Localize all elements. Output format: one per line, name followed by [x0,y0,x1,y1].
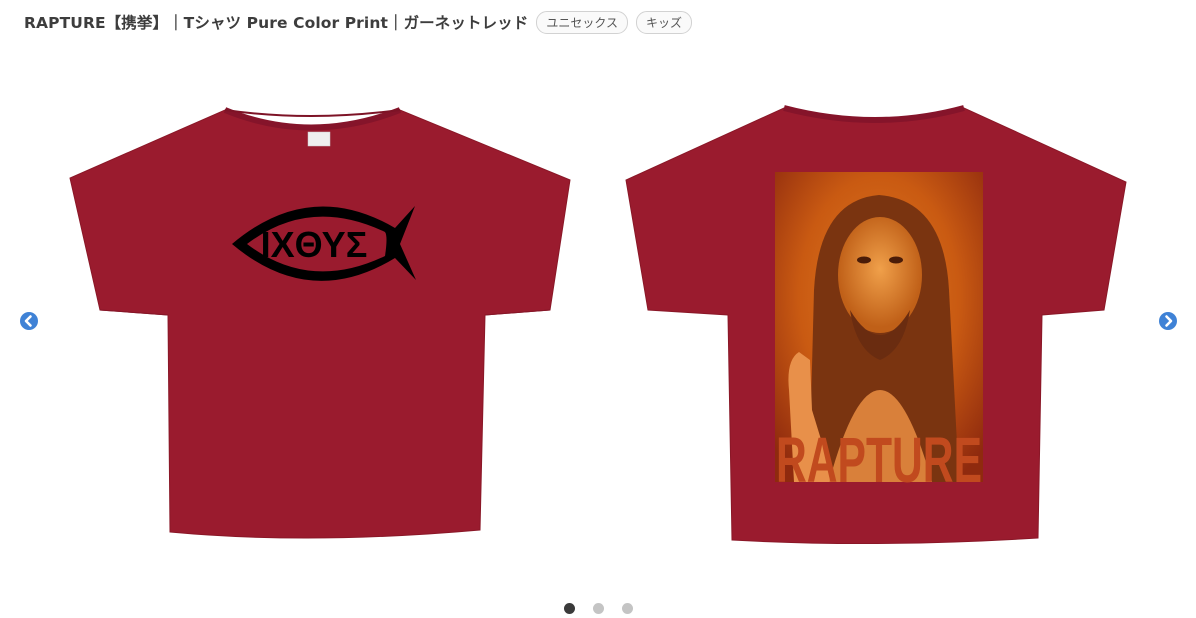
front-print-text: ΙΧΘΥΣ [261,224,368,265]
product-title: RAPTURE【携挙】｜Tシャツ Pure Color Print｜ガーネットレ… [24,14,529,32]
carousel-dot-1[interactable] [563,603,575,614]
carousel-dot-3[interactable] [621,603,633,614]
product-header: RAPTURE【携挙】｜Tシャツ Pure Color Print｜ガーネットレ… [24,8,693,36]
image-carousel: ΙΧΘΥΣ RAPTURE [0,60,1196,580]
carousel-prev-button[interactable] [20,312,38,330]
tag-unisex[interactable]: ユニセックス [536,10,629,34]
front-shirt-image[interactable]: ΙΧΘΥΣ [60,60,580,560]
carousel-dot-2[interactable] [592,603,604,614]
back-shirt-image[interactable]: RAPTURE [614,60,1138,560]
carousel-next-button[interactable] [1159,312,1177,330]
back-print-text: RAPTURE [776,424,982,496]
chevron-right-icon [1165,315,1173,327]
tag-kids[interactable]: キッズ [636,10,693,34]
chevron-left-icon [24,315,32,327]
carousel-pagination [0,603,1196,614]
